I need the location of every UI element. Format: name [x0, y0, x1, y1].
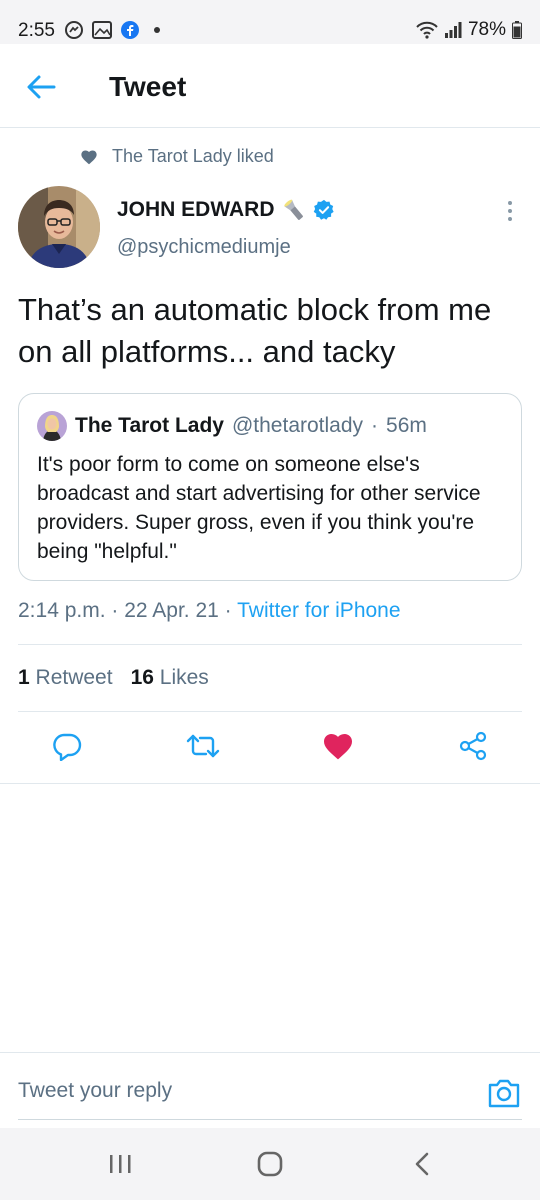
- divider: [18, 644, 522, 645]
- signal-icon: [444, 22, 462, 38]
- tweet-time: 2:14 p.m.: [18, 599, 106, 622]
- tweet-stats: 1 Retweet 16 Likes: [18, 666, 209, 690]
- page-title: Tweet: [109, 71, 187, 102]
- quoted-tweet-age: 56m: [386, 414, 427, 437]
- reply-button[interactable]: [47, 726, 87, 766]
- system-nav-bar: [0, 1128, 540, 1200]
- retweet-button[interactable]: [183, 726, 223, 766]
- flashlight-emoji-icon: [283, 199, 303, 220]
- camera-icon[interactable]: [486, 1075, 522, 1111]
- quoted-author-name: The Tarot Lady: [75, 414, 224, 437]
- divider: [18, 711, 522, 712]
- notification-icons: [64, 20, 160, 40]
- tweet-meta: 2:14 p.m. · 22 Apr. 21 · Twitter for iPh…: [18, 599, 401, 623]
- quoted-author-handle: @thetarotlady: [231, 414, 364, 437]
- nav-back-icon: [415, 1152, 429, 1176]
- tweet-date: 22 Apr. 21: [124, 599, 219, 622]
- like-label: Likes: [159, 666, 209, 689]
- meta-separator: ·: [224, 599, 238, 622]
- status-bar: 2:55 78%: [0, 0, 540, 44]
- battery-icon: [512, 21, 522, 39]
- action-bar: [0, 726, 540, 770]
- likes-stat[interactable]: 16 Likes: [131, 666, 209, 690]
- facebook-icon: [121, 21, 139, 39]
- retweets-stat[interactable]: 1 Retweet: [18, 666, 113, 690]
- battery-percent: 78%: [467, 19, 506, 40]
- status-right: 78%: [416, 19, 522, 41]
- more-vertical-icon[interactable]: [500, 200, 520, 222]
- retweet-label: Retweet: [35, 666, 113, 689]
- reply-input-underline: [18, 1119, 522, 1120]
- home-button[interactable]: [250, 1148, 290, 1180]
- back-arrow-icon[interactable]: [24, 70, 58, 104]
- share-icon: [459, 731, 487, 761]
- like-icon: [324, 734, 352, 760]
- share-button[interactable]: [453, 726, 493, 766]
- author-avatar[interactable]: [18, 186, 100, 268]
- like-count: 16: [130, 666, 154, 689]
- social-context[interactable]: The Tarot Lady liked: [80, 146, 274, 167]
- like-button[interactable]: [318, 726, 358, 766]
- quoted-tweet-header: The Tarot Lady @thetarotlady · 56m: [37, 411, 427, 441]
- recent-apps-button[interactable]: [100, 1148, 140, 1180]
- reply-composer: Tweet your reply: [0, 1052, 540, 1128]
- tweet-source-link[interactable]: Twitter for iPhone: [237, 599, 400, 622]
- author-name: JOHN EDWARD: [117, 198, 275, 221]
- home-icon: [257, 1151, 283, 1177]
- messenger-icon: [65, 21, 83, 39]
- tweet-text: That’s an automatic block from me on all…: [18, 292, 492, 369]
- quoted-separator: ·: [371, 414, 379, 437]
- social-context-text: The Tarot Lady liked: [112, 146, 274, 166]
- wifi-icon: [416, 21, 438, 39]
- nav-back-button[interactable]: [402, 1148, 442, 1180]
- heart-icon: [81, 149, 97, 164]
- meta-separator: ·: [111, 599, 125, 622]
- more-notifications-dot: [154, 27, 160, 33]
- divider: [0, 783, 540, 784]
- recent-apps-icon: [110, 1155, 131, 1173]
- author-name-row[interactable]: JOHN EDWARD: [117, 197, 335, 223]
- verified-badge-icon: [313, 199, 334, 220]
- quoted-author-avatar: [37, 411, 67, 441]
- retweet-icon: [186, 734, 220, 758]
- quoted-tweet-text: It's poor form to come on someone else's…: [37, 453, 481, 563]
- reply-input[interactable]: Tweet your reply: [18, 1079, 172, 1103]
- gallery-icon: [92, 21, 112, 39]
- quoted-tweet-card[interactable]: The Tarot Lady @thetarotlady · 56m It's …: [18, 393, 522, 581]
- author-handle[interactable]: @psychicmediumje: [117, 236, 291, 259]
- reply-icon: [53, 733, 82, 761]
- retweet-count: 1: [18, 666, 30, 689]
- status-time: 2:55: [18, 20, 55, 41]
- app-header: Tweet: [0, 44, 540, 128]
